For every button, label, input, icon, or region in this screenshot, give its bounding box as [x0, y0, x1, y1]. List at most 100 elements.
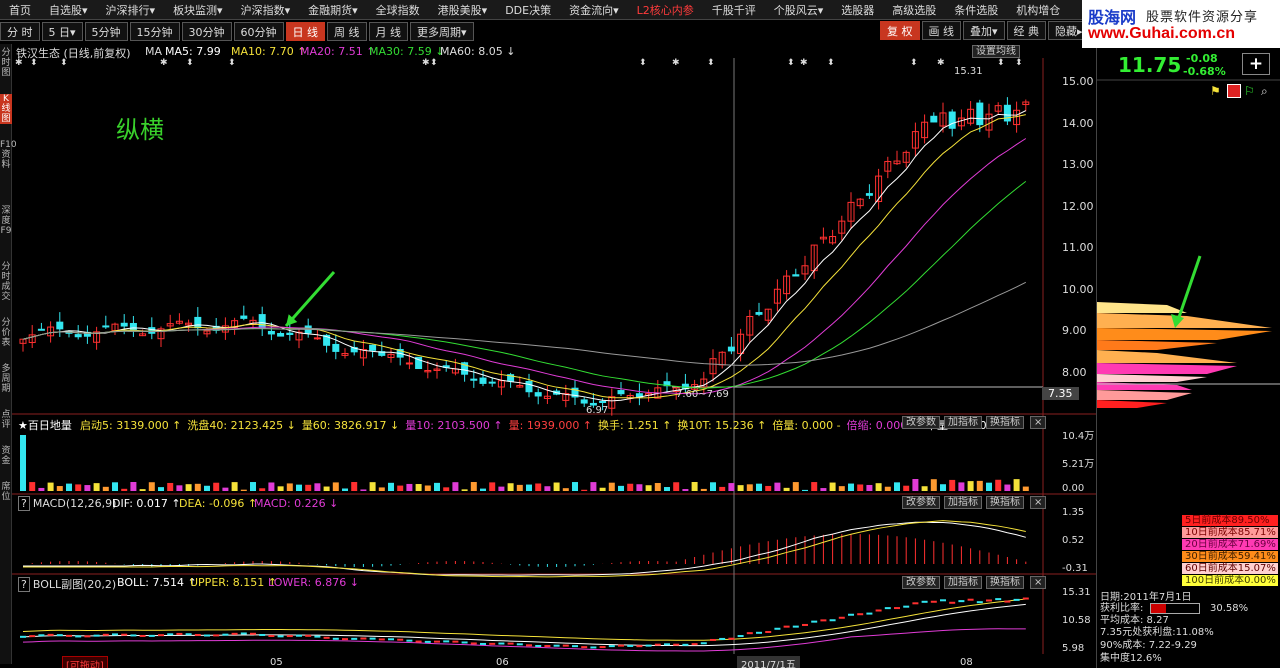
menu-item[interactable]: 沪深排行▾ [97, 2, 165, 18]
tool-button[interactable]: 复 权 [880, 21, 920, 40]
panel-button[interactable]: × [1030, 496, 1047, 509]
period-button[interactable]: 30分钟 [181, 22, 232, 41]
panel-button[interactable]: 换指标 [986, 576, 1024, 589]
candle-body [488, 381, 496, 384]
volume-bar [654, 483, 661, 491]
tool-button[interactable]: 叠加▾ [963, 21, 1005, 40]
menu-item[interactable]: 首页 [0, 2, 40, 18]
boll-candle [774, 627, 781, 630]
signal-marker: ⬍ [707, 58, 715, 68]
left-nav-item[interactable]: 分价表 [0, 318, 12, 348]
candle-body [37, 328, 45, 331]
menu-item[interactable]: 自选股▾ [40, 2, 97, 18]
boll-candle [148, 634, 155, 637]
volume-bar [958, 482, 965, 491]
panel-button[interactable]: 改参数 [902, 496, 940, 509]
volume-bar [995, 479, 1002, 491]
left-nav-item[interactable]: F10资料 [0, 140, 17, 170]
period-button[interactable]: 分 时 [0, 22, 40, 41]
period-button[interactable]: 周 线 [327, 22, 367, 41]
panel-button[interactable]: × [1030, 416, 1047, 429]
boll-candle [75, 635, 82, 638]
menu-item[interactable]: 沪深指数▾ [232, 2, 300, 18]
menu-item[interactable]: 选股器 [832, 2, 883, 18]
boll-candle [664, 643, 670, 646]
panel-button[interactable]: 改参数 [902, 576, 940, 589]
left-nav-item[interactable]: 资金 [0, 446, 12, 466]
left-nav-item[interactable]: 深度F9 [0, 206, 12, 236]
panel-axis-label: 10.4万 [1062, 431, 1095, 442]
price-axis-label: 13.00 [1062, 158, 1094, 171]
boll-candle [452, 640, 459, 643]
volume-indicator: 倍量: 0.000 - [772, 419, 841, 432]
candle-body [313, 337, 321, 340]
volume-bar [912, 479, 919, 491]
kline-chart-area[interactable]: ✱ ⬍ ⬍ ✱ ⬍ ⬍ ✱ ⬍ ⬍ ✱ ⬍ ⬍ ✱ ⬍ ⬍ ✱ ⬍ ⬍ 铁汉生态 (日线,前复权) MA MA5:… [12, 44, 1096, 668]
panel-button[interactable]: × [1030, 576, 1047, 589]
zoom-icon[interactable]: ⌕ [1261, 84, 1275, 98]
draggable-tag[interactable]: [可拖动] [62, 656, 108, 668]
logo-watermark: 股海网 股票软件资源分享 www.Guhai.com.cn [1082, 0, 1280, 48]
panel-button[interactable]: 加指标 [944, 496, 982, 509]
volume-bar [20, 435, 26, 491]
menu-item[interactable]: DDE决策 [496, 2, 560, 18]
left-nav-item[interactable]: 分时图 [0, 48, 12, 78]
period-button[interactable]: 5分钟 [84, 22, 128, 41]
menu-item[interactable]: 条件选股 [945, 2, 1007, 18]
menu-item[interactable]: L2核心内参 [628, 2, 703, 18]
menu-item[interactable]: 资金流向▾ [560, 2, 628, 18]
boll-candle [756, 631, 762, 634]
boll-candle [1022, 597, 1029, 600]
menu-item[interactable]: 个股风云▾ [765, 2, 833, 18]
panel-axis-label: -0.31 [1062, 563, 1088, 574]
left-nav-item[interactable]: K线图 [0, 94, 12, 124]
add-watchlist-button[interactable]: + [1242, 53, 1270, 75]
boll-candle [654, 643, 661, 646]
panel-button[interactable]: 换指标 [986, 496, 1024, 509]
volume-indicator: 量: 1939.000 ↑ [508, 419, 593, 432]
flag-icon[interactable]: ⚑ [1210, 84, 1224, 98]
cost-legend-item: 5日前成本89.50% [1182, 515, 1278, 526]
menu-item[interactable]: 机构增仓 [1007, 2, 1069, 18]
boll-candle [29, 635, 36, 638]
chip-band [1097, 313, 1272, 328]
menu-item[interactable]: 金融期货▾ [299, 2, 367, 18]
macd-title-text: MACD(12,26,9) [32, 497, 117, 510]
volume-bar [47, 482, 54, 491]
volume-bar [323, 486, 330, 491]
period-button[interactable]: 日 线 [285, 22, 326, 41]
ma-settings-button[interactable]: 设置均线 [972, 45, 1020, 58]
boll-candle [673, 643, 680, 646]
tool-button[interactable]: 画 线 [921, 21, 961, 40]
period-button[interactable]: 5 日▾ [41, 22, 83, 41]
chip-red-icon[interactable] [1227, 84, 1241, 98]
chip-green-icon[interactable]: ⚐ [1244, 84, 1258, 98]
period-button[interactable]: 15分钟 [129, 22, 180, 41]
menu-item[interactable]: 全球指数 [367, 2, 429, 18]
panel-button[interactable]: 改参数 [902, 416, 940, 429]
tool-button[interactable]: 经 典 [1006, 21, 1047, 40]
left-nav-item[interactable]: 点评 [0, 410, 12, 430]
left-nav-item[interactable]: 分时成交 [0, 262, 12, 302]
menu-item[interactable]: 港股美股▾ [429, 2, 497, 18]
candle-body [865, 193, 873, 196]
boll-candle [590, 646, 597, 649]
boll-candle [167, 633, 174, 636]
menu-item[interactable]: 板块监测▾ [164, 2, 232, 18]
period-button[interactable]: 月 线 [368, 22, 409, 41]
period-button[interactable]: 更多周期▾ [410, 22, 474, 41]
indicator-line [22, 180, 1027, 389]
panel-button[interactable]: 加指标 [944, 576, 982, 589]
left-nav-item[interactable]: 席位 [0, 482, 12, 502]
panel-button[interactable]: 加指标 [944, 416, 982, 429]
menu-item[interactable]: 高级选股 [883, 2, 945, 18]
volume-indicator-values: 启动5: 3139.000 ↑ 洗盘40: 2123.425 ↓ 量60: 3826… [80, 417, 999, 433]
period-button[interactable]: 60分钟 [233, 22, 284, 41]
menu-item[interactable]: 千股千评 [703, 2, 765, 18]
panel-button[interactable]: 换指标 [986, 416, 1024, 429]
price-axis-label: 10.00 [1062, 282, 1094, 296]
volume-bar [1013, 479, 1020, 491]
boll-candle [158, 634, 164, 637]
volume-bar [296, 484, 302, 491]
left-nav-item[interactable]: 多周期 [0, 364, 12, 394]
